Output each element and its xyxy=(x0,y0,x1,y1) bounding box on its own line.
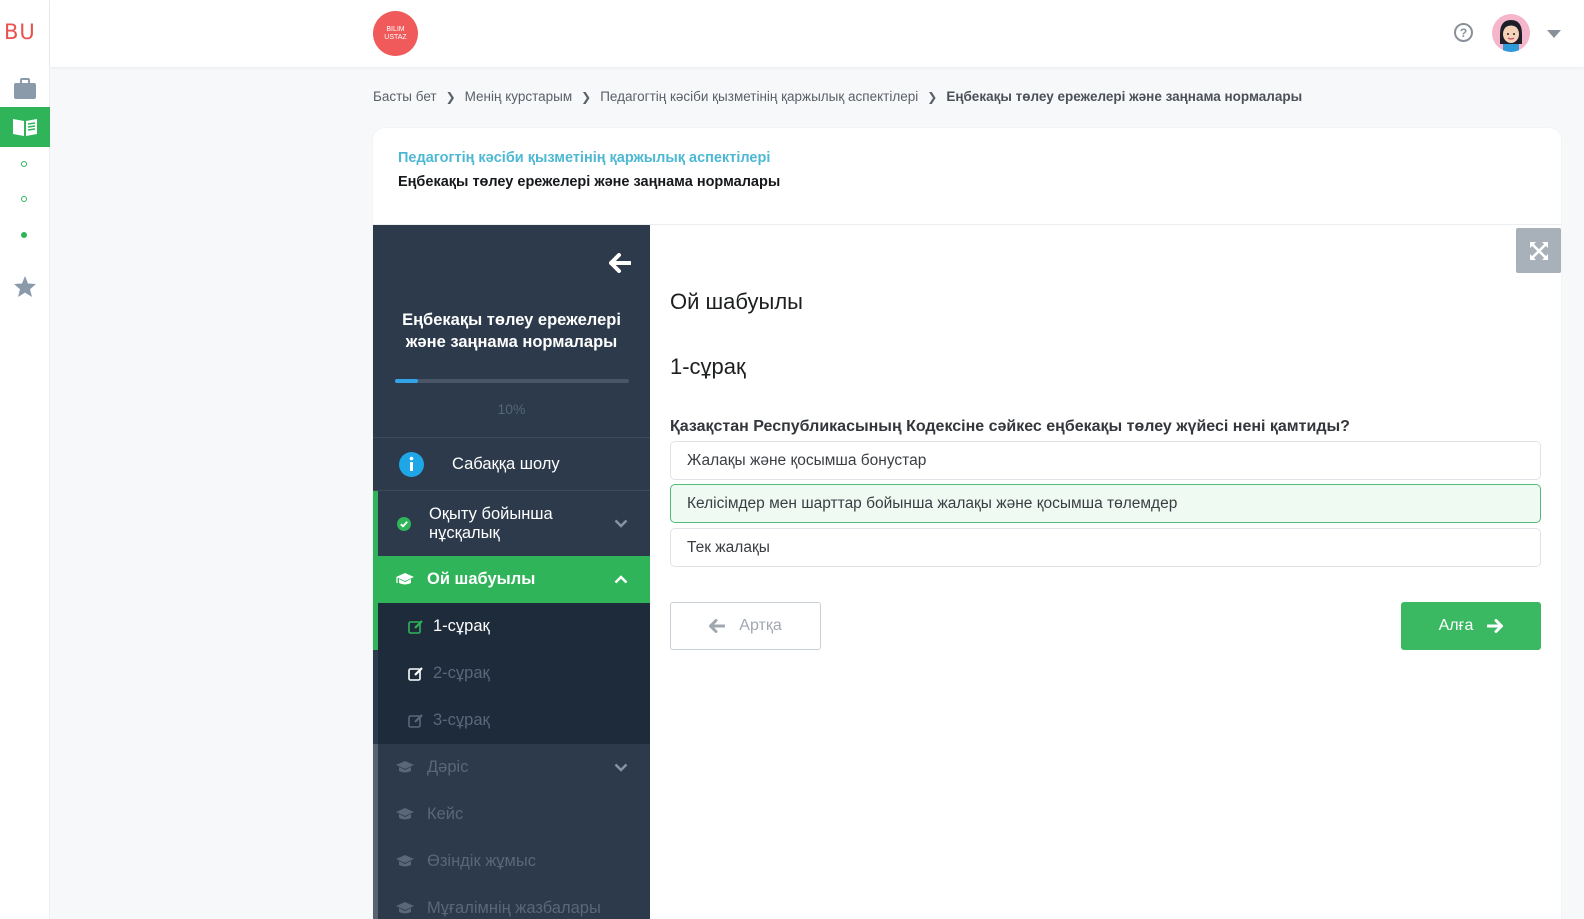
expand-icon xyxy=(1529,241,1548,260)
edit-icon xyxy=(408,714,423,728)
breadcrumb: Басты бет ❯ Менің курстарым ❯ Педагогтің… xyxy=(373,89,1302,104)
sidebar-item-lecture[interactable]: Дәріс xyxy=(373,744,650,791)
brand-logo[interactable]: BILIM USTAZ xyxy=(373,11,418,56)
graduation-cap-icon xyxy=(396,572,414,584)
check-circle-icon xyxy=(397,516,411,531)
brand-line-1: BILIM xyxy=(386,25,405,33)
sidebar-item-self-work[interactable]: Өзіндік жұмыс xyxy=(373,838,650,885)
sidebar-item-label: Оқыту бойынша нұсқалық xyxy=(429,504,553,542)
edit-icon xyxy=(408,620,423,634)
breadcrumb-chevron-icon: ❯ xyxy=(445,89,456,104)
lesson-progress-label: 10% xyxy=(497,401,526,417)
lesson-sidebar: Еңбекақы төлеу ережелері және заңнама но… xyxy=(373,225,650,919)
open-book-icon xyxy=(13,119,37,136)
breadcrumb-chevron-icon: ❯ xyxy=(581,89,592,104)
info-icon xyxy=(399,451,424,477)
answer-option-label: Жалақы және қосымша бонустар xyxy=(687,451,927,469)
sidebar-item-label: Кейс xyxy=(427,805,464,823)
breadcrumb-chevron-icon: ❯ xyxy=(927,89,938,104)
arrow-right-icon xyxy=(1487,619,1504,633)
answer-option-1[interactable]: Жалақы және қосымша бонустар xyxy=(670,441,1541,480)
chevron-down-icon[interactable] xyxy=(614,763,628,772)
rail-item-favorites[interactable] xyxy=(0,272,50,300)
sidebar-question-label: 2-сұрақ xyxy=(433,664,490,682)
completed-marker xyxy=(373,491,378,556)
sidebar-item-teacher-notes[interactable]: Мұғалімнің жазбалары xyxy=(373,885,650,919)
avatar-illustration-icon xyxy=(1492,14,1530,52)
user-avatar[interactable] xyxy=(1492,14,1530,52)
current-marker xyxy=(373,603,378,650)
card-header: Педагогтің кәсіби қызметінің қаржылық ас… xyxy=(373,128,1561,225)
briefcase-icon xyxy=(14,78,36,99)
chevron-down-icon[interactable] xyxy=(614,519,628,528)
breadcrumb-course[interactable]: Педагогтің кәсіби қызметінің қаржылық ас… xyxy=(600,89,918,104)
lesson-title: Еңбекақы төлеу ережелері және заңнама но… xyxy=(398,174,781,190)
rail-subitem-dot-active[interactable] xyxy=(21,232,27,238)
sidebar-item-label: Ой шабуылы xyxy=(427,570,536,588)
breadcrumb-current: Еңбекақы төлеу ережелері және заңнама но… xyxy=(946,89,1303,104)
sidebar-item-label: Өзіндік жұмыс xyxy=(427,852,537,870)
question-text: Қазақстан Республикасының Кодексіне сәйк… xyxy=(670,418,1350,435)
next-button-label: Алға xyxy=(1438,617,1474,634)
edit-icon xyxy=(408,667,423,681)
graduation-cap-icon xyxy=(396,760,414,772)
back-button-label: Артқа xyxy=(739,617,782,634)
section-heading: Ой шабуылы xyxy=(670,289,803,314)
lesson-progress-fill xyxy=(395,379,419,383)
question-panel: Ой шабуылы 1-сұрақ Қазақстан Республикас… xyxy=(670,225,1561,919)
sidebar-item-case[interactable]: Кейс xyxy=(373,791,650,838)
help-symbol: ? xyxy=(1459,25,1468,40)
star-icon xyxy=(14,275,36,297)
lesson-progress-bar xyxy=(395,379,629,383)
sidebar-item-brainstorm[interactable]: Ой шабуылы xyxy=(373,556,650,603)
lesson-card: Педагогтің кәсіби қызметінің қаржылық ас… xyxy=(373,128,1561,919)
rail-item-portfolio[interactable] xyxy=(0,74,50,104)
sidebar-item-label: Сабаққа шолу xyxy=(452,454,560,473)
left-rail: BU xyxy=(0,0,50,919)
answer-option-3[interactable]: Тек жалақы xyxy=(670,528,1541,567)
answer-option-label: Тек жалақы xyxy=(687,538,770,556)
graduation-cap-icon xyxy=(396,901,414,913)
sidebar-question-1[interactable]: 1-сұрақ xyxy=(373,603,650,650)
top-bar: BILIM USTAZ ? xyxy=(50,0,1584,67)
sidebar-question-label: 1-сұрақ xyxy=(433,617,490,635)
next-button[interactable]: Алға xyxy=(1401,602,1541,650)
answer-option-label: Келісімдер мен шарттар бойынша жалақы жә… xyxy=(687,494,1178,512)
brainstorm-question-list: 1-сұрақ 2-сұрақ 3-сұрақ xyxy=(373,603,650,744)
graduation-cap-icon xyxy=(396,854,414,866)
sidebar-item-label: Мұғалімнің жазбалары xyxy=(427,899,601,917)
sidebar-question-3[interactable]: 3-сұрақ xyxy=(378,697,650,744)
rail-subitem-dot[interactable] xyxy=(21,196,27,202)
answer-option-2-selected[interactable]: Келісімдер мен шарттар бойынша жалақы жә… xyxy=(670,484,1541,523)
question-number: 1-сұрақ xyxy=(670,354,746,379)
collapse-sidebar-button[interactable] xyxy=(609,253,632,278)
help-icon[interactable]: ? xyxy=(1454,23,1473,42)
chevron-up-icon[interactable] xyxy=(614,575,628,584)
back-button[interactable]: Артқа xyxy=(670,602,821,650)
graduation-cap-icon xyxy=(396,807,414,819)
brand-line-2: USTAZ xyxy=(384,33,407,41)
sidebar-question-2[interactable]: 2-сұрақ xyxy=(378,650,650,697)
breadcrumb-home[interactable]: Басты бет xyxy=(373,89,437,104)
course-title[interactable]: Педагогтің кәсіби қызметінің қаржылық ас… xyxy=(398,150,770,166)
rail-logo[interactable]: BU xyxy=(4,20,36,44)
fullscreen-button[interactable] xyxy=(1516,228,1561,273)
sidebar-question-label: 3-сұрақ xyxy=(433,711,490,729)
sidebar-item-guide[interactable]: Оқыту бойынша нұсқалық xyxy=(373,490,650,556)
rail-subitem-dot[interactable] xyxy=(21,161,27,167)
arrow-left-icon xyxy=(609,253,632,273)
arrow-left-icon xyxy=(709,619,726,633)
rail-item-courses[interactable] xyxy=(0,107,50,147)
sidebar-item-overview[interactable]: Сабаққа шолу xyxy=(373,437,650,490)
sidebar-item-label: Дәріс xyxy=(427,758,469,776)
user-menu-caret-icon[interactable] xyxy=(1547,30,1561,38)
sidebar-lesson-title: Еңбекақы төлеу ережелері және заңнама но… xyxy=(402,311,621,351)
breadcrumb-my-courses[interactable]: Менің курстарым xyxy=(465,89,573,104)
